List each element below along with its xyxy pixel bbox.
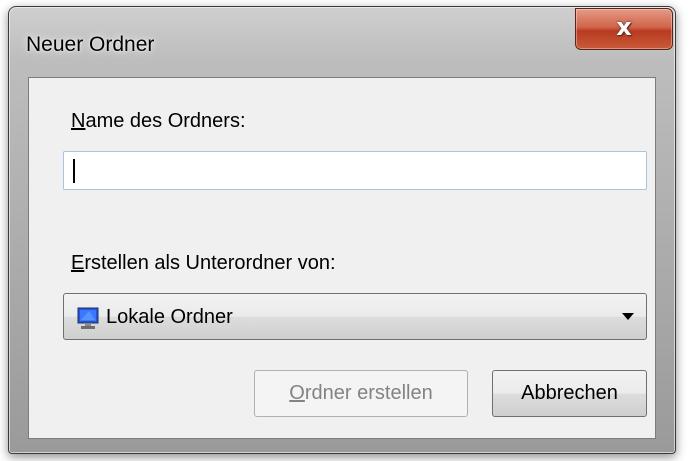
parent-folder-select[interactable]: Lokale Ordner	[63, 293, 647, 340]
dialog-title: Neuer Ordner	[26, 33, 155, 56]
new-folder-dialog: Neuer Ordner x Name des Ordners: Erstell…	[8, 6, 676, 454]
folder-name-input[interactable]	[63, 151, 647, 190]
chevron-down-icon[interactable]	[622, 313, 634, 320]
parent-folder-label-text: rstellen als Unterordner von:	[84, 252, 336, 274]
text-caret	[73, 159, 75, 183]
parent-folder-selected-value: Lokale Ordner	[106, 306, 233, 328]
parent-folder-label-accelerator: E	[71, 252, 85, 274]
create-folder-button-label: rdner erstellen	[304, 382, 433, 404]
cancel-button[interactable]: Abbrechen	[492, 370, 647, 417]
dialog-body: Name des Ordners: Erstellen als Unterord…	[28, 77, 656, 439]
close-button[interactable]: x	[575, 8, 673, 50]
folder-name-label-accelerator: N	[71, 110, 86, 132]
create-folder-button-accelerator: O	[289, 382, 305, 404]
local-folders-monitor-icon	[77, 307, 99, 329]
parent-folder-label: Erstellen als Unterordner von:	[71, 252, 336, 275]
folder-name-label: Name des Ordners:	[71, 110, 246, 133]
close-icon: x	[616, 13, 632, 41]
folder-name-label-text: ame des Ordners:	[85, 110, 246, 132]
create-folder-button[interactable]: Ordner erstellen	[254, 370, 468, 417]
title-bar[interactable]: Neuer Ordner x	[9, 7, 675, 75]
